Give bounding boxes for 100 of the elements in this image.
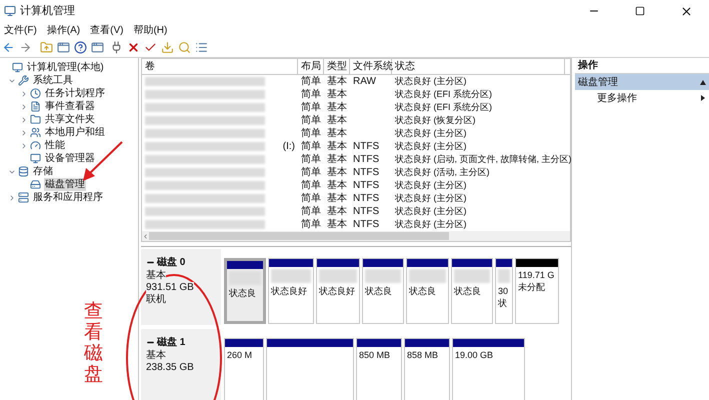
table-cell: NTFS	[353, 219, 380, 230]
chevron-right-icon[interactable]	[20, 102, 28, 110]
partition-label: 状态良好	[319, 285, 356, 297]
partition-block[interactable]: 状态良	[406, 258, 449, 324]
partition-block[interactable]: 119.71 G 未分配	[515, 258, 559, 324]
partition-block[interactable]: 858 MB	[404, 338, 450, 400]
computer-icon	[4, 5, 16, 17]
column-header[interactable]: 布局	[298, 59, 324, 74]
tree-item[interactable]: 存储	[32, 165, 54, 178]
partition-label: 未分配	[518, 281, 546, 293]
partition-label: 119.71 G	[518, 269, 556, 281]
users-icon	[30, 127, 41, 138]
table-cell: NTFS	[353, 193, 380, 204]
window-icon[interactable]	[91, 41, 104, 54]
column-header[interactable]: 类型	[324, 59, 350, 74]
partition-color-bar	[317, 259, 359, 267]
partition-block[interactable]: 状态良好	[316, 258, 360, 324]
menu-item[interactable]: 文件(F)	[4, 22, 37, 38]
table-cell: 状态良好 (主分区)	[395, 141, 466, 151]
tree-item[interactable]: 事件查看器	[44, 100, 96, 113]
actions-section-header[interactable]: 磁盘管理	[575, 74, 709, 90]
partition-block[interactable]: 30 状	[495, 258, 513, 324]
triangle-up-icon	[700, 80, 706, 84]
back-arrow-icon[interactable]	[2, 41, 15, 54]
window-icon[interactable]	[57, 41, 70, 54]
table-cell: 简单	[301, 89, 321, 100]
disk-info-panel[interactable]: 磁盘 1 基本 238.35 GB	[141, 329, 221, 400]
table-cell: 简单	[301, 206, 321, 217]
table-cell: NTFS	[353, 141, 380, 152]
action-item[interactable]: 更多操作	[575, 90, 709, 106]
table-cell: 简单	[301, 219, 321, 230]
menu-item[interactable]: 操作(A)	[46, 22, 80, 38]
partition-label: 状态良	[229, 287, 257, 299]
tree-item[interactable]: 本地用户和组	[44, 126, 106, 139]
partition-block[interactable]: 状态良	[224, 258, 266, 324]
partition-block[interactable]: 状态良	[451, 258, 493, 324]
horizontal-scrollbar-thumb[interactable]	[149, 232, 449, 240]
gauge-icon	[30, 140, 41, 151]
table-cell: 基本	[327, 154, 347, 165]
table-cell: 基本	[327, 115, 347, 126]
disk-info-panel[interactable]: 磁盘 0 基本 931.51 GB 联机	[141, 249, 221, 325]
table-cell: 基本	[327, 193, 347, 204]
table-cell: 简单	[301, 76, 321, 87]
table-cell: 状态良好 (主分区)	[395, 206, 466, 216]
column-header[interactable]: 文件系统	[350, 59, 392, 74]
partition-block[interactable]: 状态良	[362, 258, 404, 324]
list-icon[interactable]	[195, 41, 208, 54]
table-cell: 基本	[327, 206, 347, 217]
chevron-right-icon[interactable]	[8, 194, 16, 202]
tools-icon	[18, 75, 29, 86]
scroll-left-icon[interactable]	[142, 232, 149, 240]
partition-block[interactable]: 850 MB	[356, 338, 402, 400]
tree-item[interactable]: 磁盘管理	[44, 178, 86, 191]
chevron-right-icon[interactable]	[20, 90, 28, 98]
table-cell: 简单	[301, 180, 321, 191]
table-cell: 简单	[301, 167, 321, 178]
tree-item[interactable]: 性能	[44, 139, 66, 152]
tree-item[interactable]: 计算机管理(本地)	[26, 61, 105, 74]
blurred-partition-label	[365, 269, 401, 283]
column-header[interactable]: 状态	[392, 59, 565, 74]
document-icon	[30, 101, 41, 112]
table-cell: 状态良好 (EFI 系统分区)	[395, 89, 492, 99]
table-cell: (I:)	[282, 140, 295, 153]
chevron-right-icon[interactable]	[20, 142, 28, 150]
table-cell: 状态良好 (主分区)	[395, 219, 466, 229]
partition-label: 858 MB	[407, 349, 440, 361]
table-cell: 简单	[301, 193, 321, 204]
partition-color-bar	[453, 339, 524, 347]
database-icon	[18, 166, 29, 177]
partition-block[interactable]: 19.00 GB	[452, 338, 525, 400]
chevron-right-icon[interactable]	[20, 116, 28, 124]
partition-block[interactable]: 状态良好	[268, 258, 314, 324]
tree-item[interactable]: 设备管理器	[44, 152, 96, 165]
partition-color-bar	[405, 339, 449, 347]
chevron-right-icon[interactable]	[20, 128, 28, 136]
menu-item[interactable]: 查看(V)	[90, 22, 124, 38]
disk-name: 磁盘 0	[157, 256, 186, 270]
table-cell: 状态良好 (活动, 主分区)	[395, 167, 490, 177]
help-icon[interactable]	[74, 41, 87, 54]
forward-arrow-icon[interactable]	[19, 41, 32, 54]
table-cell: 基本	[327, 128, 347, 139]
partition-color-bar	[496, 259, 512, 267]
column-header[interactable]: 卷	[142, 59, 298, 74]
table-cell: 状态良好 (主分区)	[395, 76, 466, 86]
table-cell: NTFS	[353, 154, 380, 165]
table-cell: 状态良好 (主分区)	[395, 193, 466, 203]
plug-icon[interactable]	[110, 41, 123, 54]
tree-item[interactable]: 服务和应用程序	[32, 191, 104, 204]
tree-item[interactable]: 任务计划程序	[44, 87, 106, 100]
partition-block[interactable]	[266, 338, 354, 400]
partition-block[interactable]: 260 M	[224, 338, 264, 400]
partition-label: 状态良	[365, 285, 393, 297]
tree-item[interactable]: 共享文件夹	[44, 113, 96, 126]
table-cell: 基本	[327, 76, 347, 87]
tree-item[interactable]: 系统工具	[32, 74, 74, 87]
maximize-icon	[635, 6, 645, 16]
menu-item[interactable]: 帮助(H)	[133, 22, 168, 38]
disk-status: 联机	[146, 294, 166, 306]
delete-icon[interactable]	[127, 41, 140, 54]
disk-type: 基本	[146, 350, 166, 362]
